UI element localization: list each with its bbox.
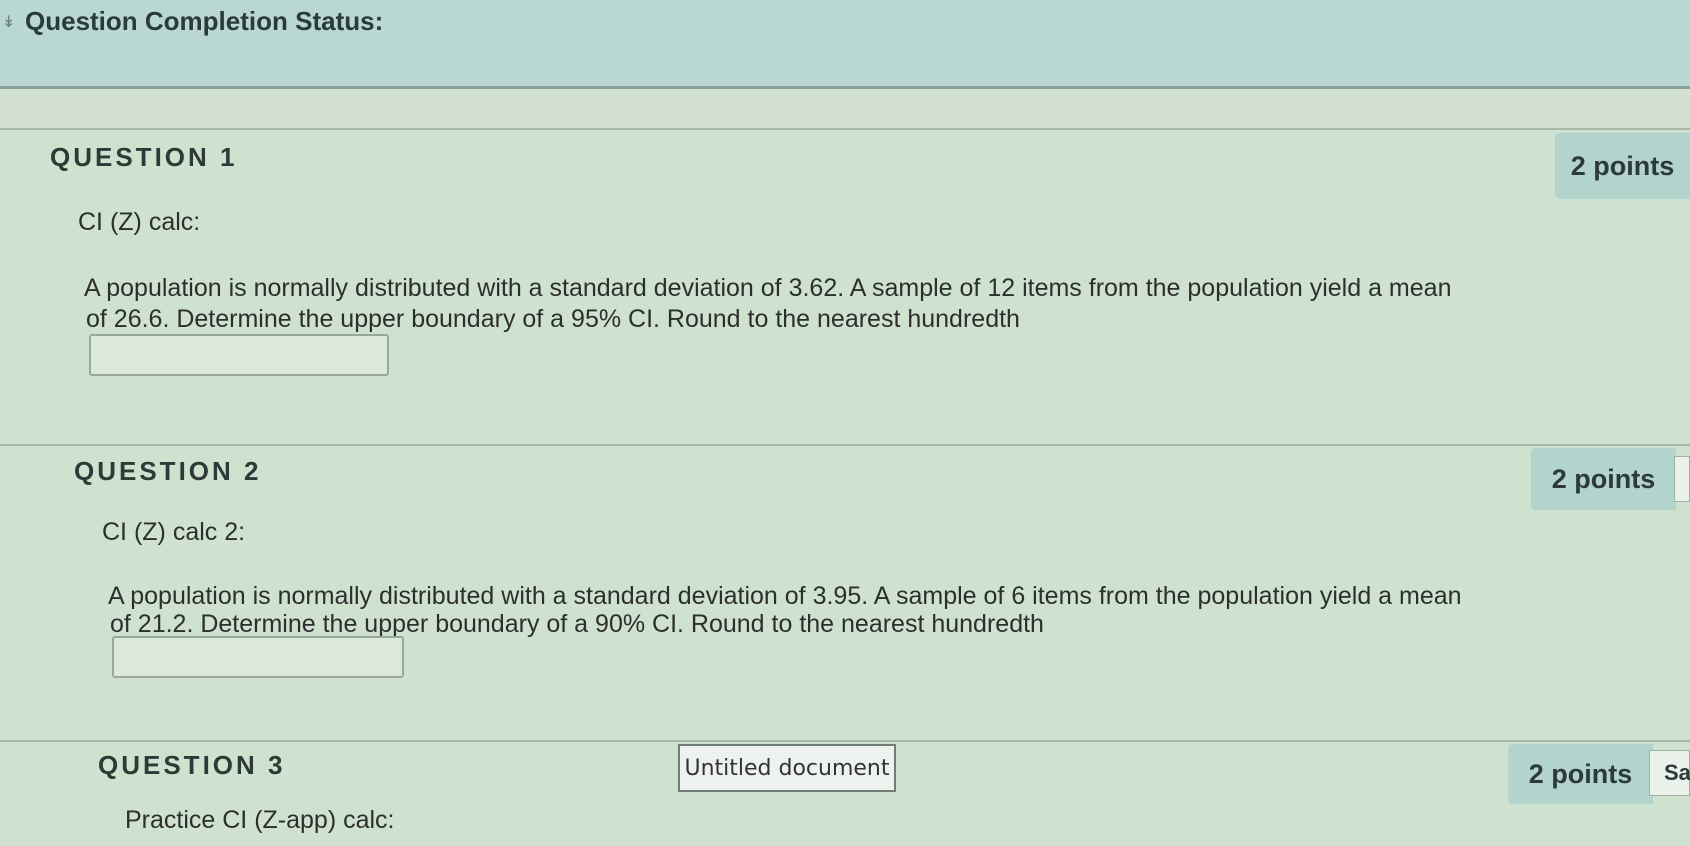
question-2-block: QUESTION 2 2 points CI (Z) calc 2: A pop…: [0, 444, 1690, 740]
question-1-block: QUESTION 1 2 points CI (Z) calc: A popul…: [0, 128, 1690, 444]
status-title: Question Completion Status:: [25, 6, 384, 36]
question-subtitle: CI (Z) calc 2:: [102, 518, 246, 546]
question-3-block: QUESTION 3 Untitled document 2 points Sa…: [0, 740, 1690, 846]
double-chevron-down-icon[interactable]: ↡: [2, 12, 15, 32]
points-badge: 2 points: [1531, 448, 1676, 510]
save-button[interactable]: [1674, 456, 1690, 502]
untitled-document-tooltip: Untitled document: [678, 744, 896, 792]
question-text-line-1: A population is normally distributed wit…: [84, 274, 1452, 302]
question-text-line-1: A population is normally distributed wit…: [108, 582, 1462, 610]
question-subtitle: CI (Z) calc:: [78, 208, 201, 236]
question-subtitle: Practice CI (Z-app) calc:: [125, 806, 395, 834]
question-completion-status-bar[interactable]: ↡ Question Completion Status:: [0, 0, 1690, 89]
answer-input[interactable]: [89, 334, 389, 376]
spacer: [0, 89, 1690, 129]
question-heading: QUESTION 3: [98, 750, 286, 780]
question-text-line-2: of 26.6. Determine the upper boundary of…: [86, 305, 1020, 333]
save-answer-button[interactable]: Sa: [1649, 750, 1690, 796]
question-heading: QUESTION 1: [50, 142, 238, 172]
question-heading: QUESTION 2: [74, 456, 262, 486]
points-badge: 2 points: [1555, 133, 1690, 199]
points-badge: 2 points: [1508, 744, 1653, 804]
answer-input[interactable]: [112, 636, 404, 678]
